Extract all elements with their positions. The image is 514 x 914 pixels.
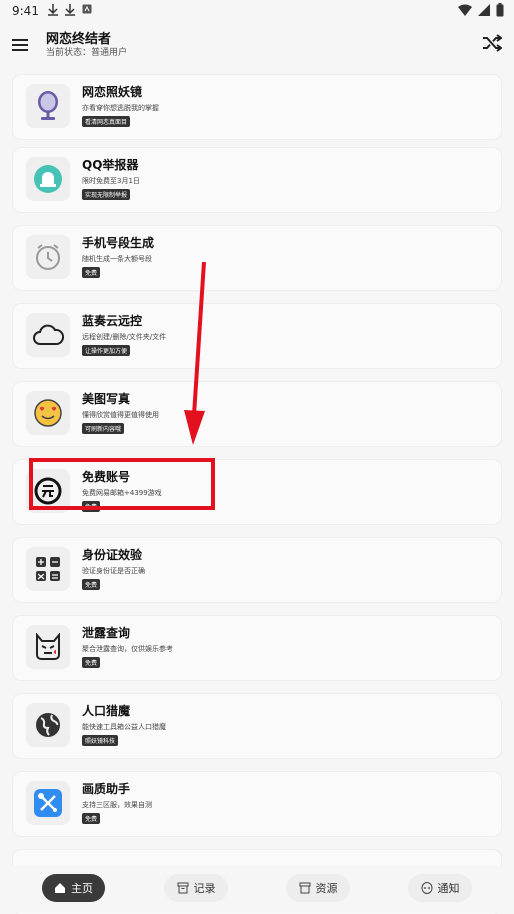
user-status: 当前状态：普通用户 [46, 48, 128, 58]
alien-icon [421, 882, 432, 894]
mirror-icon [38, 91, 58, 120]
tool-name: 人口猎魔 [82, 704, 131, 718]
emoji-heart-eyes-icon [34, 399, 62, 427]
tool-tag: 看清网恋真面目 [82, 116, 131, 127]
tool-card-phone-segment[interactable]: 手机号段生成 随机生成一条大额号段 免费 [13, 226, 501, 290]
nav-label: 主页 [71, 882, 93, 895]
nav-label: 通知 [437, 882, 460, 895]
nav-notifications[interactable]: 通知 [408, 874, 472, 902]
tool-name: QQ举报器 [82, 158, 139, 172]
tool-description: 验证身份证是否正确 [82, 567, 145, 575]
tool-tag: 可刷新内容哦 [82, 423, 125, 434]
tool-tag: 免费 [82, 267, 101, 278]
tool-card-id-verify[interactable]: 身份证效验 验证身份证是否正确 免费 [13, 538, 501, 602]
tool-tag: 免费 [82, 657, 101, 668]
tool-description: 懂得欣赏值得更值得使用 [82, 411, 159, 419]
status-time: 9:41 [12, 4, 39, 18]
devil-icon [36, 633, 60, 660]
status-bar: 9:41 [0, 0, 514, 24]
clock-icon [36, 244, 60, 270]
tool-name: 泄露查询 [82, 626, 131, 640]
nav-label: 记录 [193, 882, 216, 895]
tool-description: 亦看穿你想逃脱我的掌握 [82, 104, 159, 112]
tool-name: 蓝奏云远控 [82, 314, 143, 328]
tool-tag: 免费 [82, 579, 101, 590]
tool-tag: 让操作更加方便 [82, 345, 131, 356]
tool-description: 限时免费至3月1日 [82, 177, 140, 185]
tool-description: 能快速工具箱公益人口猎魔 [82, 723, 166, 731]
bottom-nav: 主页 记录 资源 通知 [0, 866, 514, 913]
nav-label: 资源 [315, 882, 338, 895]
tools-icon [34, 789, 62, 817]
nav-resources[interactable]: 资源 [286, 874, 350, 902]
battery-icon [496, 3, 504, 17]
tool-name: 美图写真 [82, 392, 131, 406]
tool-name: 网恋照妖镜 [82, 85, 143, 99]
tool-card-photo[interactable]: 美图写真 懂得欣赏值得更值得使用 可刷新内容哦 [13, 382, 501, 446]
wifi-icon [458, 4, 472, 16]
calculator-icon [36, 557, 60, 581]
tool-card-qq-report[interactable]: QQ举报器 限时免费至3月1日 实现无限制举报 [13, 148, 501, 212]
box-icon [299, 882, 310, 894]
download-icon [48, 4, 58, 16]
tool-name: 身份证效验 [82, 548, 143, 562]
cellular-signal-icon [478, 4, 490, 16]
tool-card-population-hunt[interactable]: 人口猎魔 能快速工具箱公益人口猎魔 照妖镜科技 [13, 694, 501, 758]
tool-tag: 免费 [82, 813, 101, 824]
tool-card-quality-helper[interactable]: 画质助手 支持三区服，效果自测 免费 [13, 772, 501, 836]
tool-description: 随机生成一条大额号段 [82, 255, 152, 263]
tool-description: 支持三区服，效果自测 [82, 801, 152, 809]
archive-icon [177, 882, 188, 894]
tool-description: 聚合泄露查询，仅供娱乐参考 [82, 645, 173, 653]
home-icon [55, 883, 65, 893]
tool-card-leak-query[interactable]: 泄露查询 聚合泄露查询，仅供娱乐参考 免费 [13, 616, 501, 680]
download-icon [65, 4, 75, 16]
nav-records[interactable]: 记录 [164, 874, 228, 902]
app-bar: 网恋终结者 当前状态：普通用户 [0, 24, 514, 68]
tool-card-lanzou-remote[interactable]: 蓝奏云远控 远程创建/删除/文件夹/文件 让操作更加方便 [13, 304, 501, 368]
tool-description: 远程创建/删除/文件夹/文件 [82, 333, 167, 341]
tool-name: 手机号段生成 [82, 236, 155, 250]
tool-tag: 实现无限制举报 [82, 189, 131, 200]
globe-icon [36, 713, 60, 737]
tool-tag: 照妖镜科技 [82, 735, 119, 746]
nav-home[interactable]: 主页 [42, 874, 105, 902]
tool-card-mirror[interactable]: 网恋照妖镜 亦看穿你想逃脱我的掌握 看清网恋真面目 [13, 75, 501, 139]
shuffle-icon[interactable] [482, 34, 502, 52]
app-notification-icon [82, 4, 92, 14]
siren-icon [34, 165, 62, 193]
cloud-icon [33, 324, 64, 345]
menu-icon[interactable] [12, 36, 32, 54]
annotation-highlight-box [29, 458, 215, 510]
tool-name: 画质助手 [82, 782, 131, 796]
